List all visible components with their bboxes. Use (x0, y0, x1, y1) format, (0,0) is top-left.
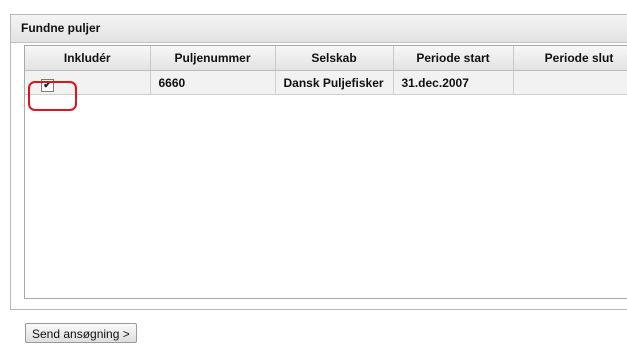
send-application-button[interactable]: Send ansøgning > (25, 323, 137, 343)
pool-number-cell: 6660 (150, 70, 276, 95)
column-header-period-end[interactable]: Periode slut (513, 46, 627, 71)
pools-table: Inkludér Puljenummer Selskab Periode sta… (25, 46, 627, 95)
column-header-company[interactable]: Selskab (275, 46, 394, 71)
period-end-cell (513, 70, 627, 95)
column-header-pool-number[interactable]: Puljenummer (150, 46, 276, 71)
table-row[interactable]: ✔ 6660 Dansk Puljefisker 31.dec.2007 (25, 70, 627, 95)
column-header-include[interactable]: Inkludér (25, 46, 151, 71)
panel-title: Fundne puljer (11, 15, 627, 43)
column-header-period-start[interactable]: Periode start (393, 46, 514, 71)
pools-grid: Inkludér Puljenummer Selskab Periode sta… (24, 45, 627, 299)
company-cell: Dansk Puljefisker (275, 70, 394, 95)
checkbox-highlight (28, 81, 77, 111)
period-start-cell: 31.dec.2007 (393, 70, 514, 95)
table-header-row: Inkludér Puljenummer Selskab Periode sta… (25, 46, 627, 71)
